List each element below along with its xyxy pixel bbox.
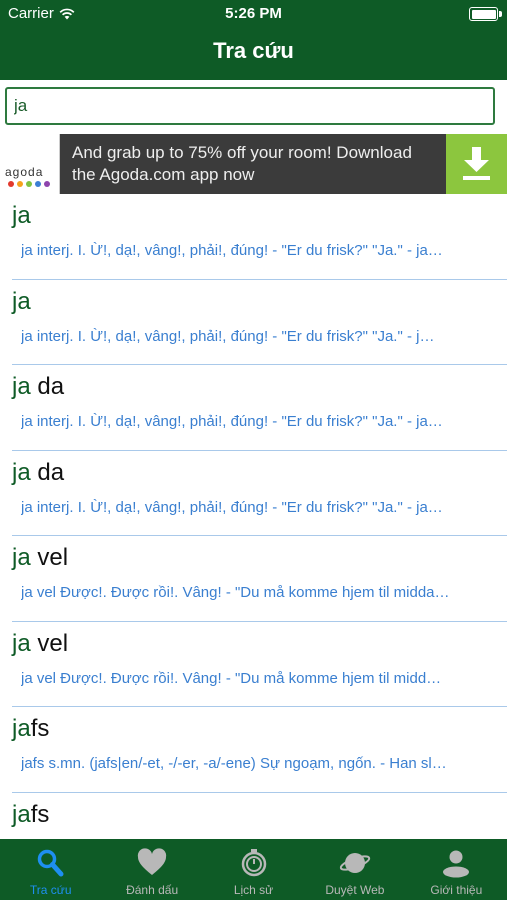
result-definition: ja vel Được!. Được rồi!. Vâng! - "Du må … [21,584,450,601]
result-headword-rest: vel [30,629,69,657]
result-headword-match: ja [12,629,31,657]
logo-dot [8,181,14,187]
result-definition: jafs s.mn. (jafs|en/-et, -/-er, -a/-ene)… [21,755,447,772]
result-headword-match: ja [12,373,31,400]
result-headword-match: ja [12,458,31,486]
search-icon [35,848,67,878]
logo-dot [44,181,50,187]
tab-globe[interactable]: Duyệt Web [304,839,405,900]
download-icon [463,147,490,180]
result-headword-rest: fs [30,800,50,828]
result-headword: ja [12,202,31,230]
tab-label: Giới thiệu [430,883,483,897]
result-definition: ja interj. I. Ừ!, dạ!, vâng!, phải!, đún… [21,242,443,259]
result-row[interactable]: ja da ja interj. I. Ừ!, dạ!, vâng!, phải!… [12,365,507,451]
result-headword-rest: fs [30,715,50,742]
tab-user[interactable]: Giới thiệu [406,839,507,900]
result-headword-match: ja [12,287,31,315]
agoda-logo: agoda [0,134,60,194]
result-headword-match: ja [12,800,31,828]
result-headword: ja vel [12,544,68,572]
result-definition: ja interj. I. Ừ!, dạ!, vâng!, phải!, đún… [21,498,443,516]
result-definition: ja vel Được!. Được rồi!. Vâng! - "Du må … [21,669,442,687]
result-row[interactable]: ja ja interj. I. Ừ!, dạ!, vâng!, phải!, đ… [12,280,507,365]
page-title: Tra cứu [213,38,294,63]
result-headword-rest: da [30,458,65,486]
ad-text: And grab up to 75% off your room! Downlo… [72,143,412,184]
result-headword-match: ja [12,544,31,571]
result-definition: ja interj. I. Ừ!, dạ!, vâng!, phải!, đún… [21,327,435,345]
tab-label: Tra cứu [29,883,72,897]
result-row[interactable]: ja da ja interj. I. Ừ!, dạ!, vâng!, phải!… [12,451,507,536]
result-headword: ja da [12,459,64,487]
logo-dot [26,181,32,187]
agoda-logo-dots [8,181,50,187]
download-button[interactable] [446,134,507,194]
result-headword: ja [12,288,31,316]
result-headword: ja da [12,373,64,401]
result-row[interactable]: ja vel ja vel Được!. Được rồi!. Vâng! - "… [12,536,507,622]
result-row[interactable]: jafs jafs s.mn. (jafs|en/-et, -/-er, -a/-… [12,707,507,793]
tab-search[interactable]: Tra cứu [0,839,101,900]
result-row[interactable]: ja ja interj. I. Ừ!, dạ!, vâng!, phải!, đ… [12,194,507,280]
top-bar: Carrier 5:26 PM Tra cứu [0,0,507,80]
search-input[interactable] [5,87,495,125]
result-row[interactable]: jafs [12,793,507,840]
result-headword-match: ja [12,715,31,742]
result-definition: ja interj. I. Ừ!, dạ!, vâng!, phải!, đún… [21,413,443,430]
agoda-logo-text: agoda [5,165,44,179]
result-headword: jafs [12,715,49,743]
search-bar [0,80,507,134]
result-headword-rest: vel [30,544,69,571]
globe-icon [339,848,371,878]
user-icon [440,848,472,878]
ad-banner[interactable]: agoda And grab up to 75% off your room! … [0,134,507,194]
tab-label: Đánh dấu [126,883,179,897]
battery-icon [469,7,502,21]
result-headword-match: ja [12,202,31,229]
result-headword: ja vel [12,630,68,658]
tab-heart[interactable]: Đánh dấu [101,839,202,900]
logo-dot [35,181,41,187]
heart-icon [136,848,168,878]
tab-label: Duyệt Web [325,883,385,897]
result-row[interactable]: ja vel ja vel Được!. Được rồi!. Vâng! - "… [12,622,507,707]
results-list: ja ja interj. I. Ừ!, dạ!, vâng!, phải!, đ… [0,194,507,839]
tab-bar: Tra cứu Đánh dấu Lịch sử Duyệt Web Giới thiệ… [0,839,507,900]
history-icon [238,848,270,878]
status-bar: Carrier 5:26 PM [0,0,507,28]
tab-history[interactable]: Lịch sử [203,839,304,900]
tab-label: Lịch sử [233,883,274,897]
logo-dot [17,181,23,187]
result-headword: jafs [12,801,49,829]
result-headword-rest: da [30,373,65,400]
clock: 5:26 PM [225,5,282,22]
